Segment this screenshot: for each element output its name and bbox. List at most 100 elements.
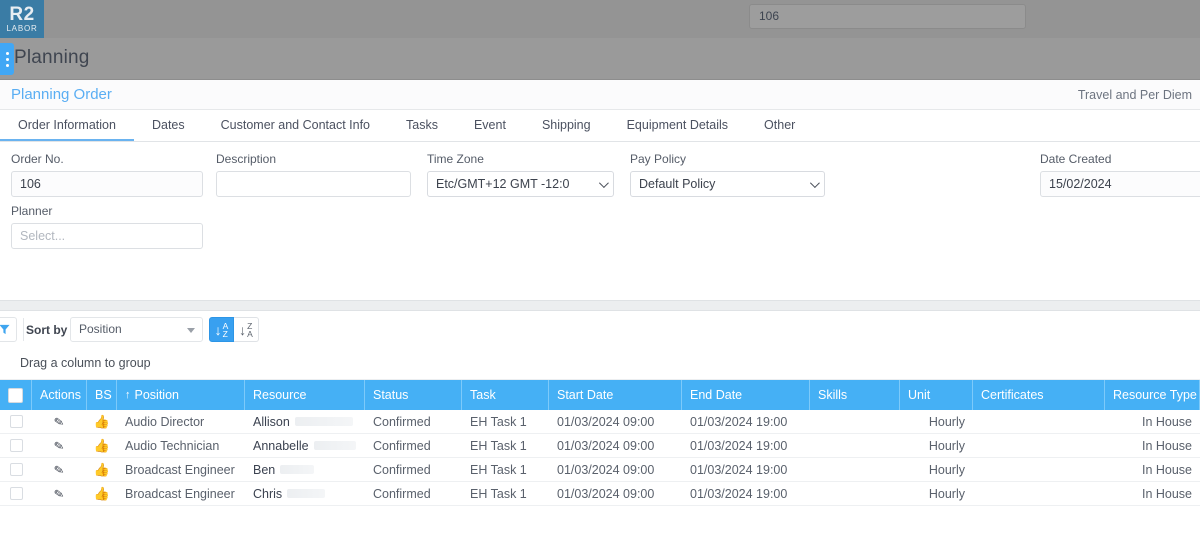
sort-ascending-button[interactable]: ↓ AZ <box>209 317 234 342</box>
chevron-down-icon <box>810 178 820 188</box>
page-title-bar: Planning <box>0 38 1200 80</box>
order-no-input[interactable]: 106 <box>11 171 203 197</box>
tab-other[interactable]: Other <box>746 110 813 141</box>
group-drop-area[interactable]: Drag a column to group <box>0 349 1200 380</box>
grid-header-status[interactable]: Status <box>365 380 462 410</box>
grid-header-resource[interactable]: Resource <box>245 380 365 410</box>
pencil-edit-icon[interactable]: ✎ <box>53 462 65 478</box>
grid-header-unit[interactable]: Unit <box>900 380 973 410</box>
cell-text: 01/03/2024 09:00 <box>557 415 654 429</box>
cell-resource: Allison <box>245 410 365 434</box>
resource-grid: Actions BS ↑Position Resource Status Task Star… <box>0 380 1200 506</box>
cell-actions: ✎ <box>32 482 87 506</box>
grid-header-label: Actions <box>40 388 81 402</box>
down-arrow-icon: ↓ <box>239 326 246 334</box>
cell-task: EH Task 1 <box>462 458 549 482</box>
table-row[interactable]: ✎👍Audio TechnicianAnnabelleConfirmedEH T… <box>0 434 1200 458</box>
resource-name: Ben <box>253 463 275 477</box>
filter-funnel-icon[interactable] <box>0 317 17 342</box>
cell-position: Broadcast Engineer <box>117 458 245 482</box>
cell-select <box>0 410 32 434</box>
grid-header-select[interactable] <box>0 380 32 410</box>
thumbs-up-icon[interactable]: 👍 <box>94 462 110 478</box>
redacted-surname <box>295 417 353 426</box>
planner-input[interactable]: Select... <box>11 223 203 249</box>
tab-label: Dates <box>152 118 185 132</box>
description-input[interactable] <box>216 171 411 197</box>
tab-dates[interactable]: Dates <box>134 110 203 141</box>
cell-skills <box>810 458 900 482</box>
time-zone-select[interactable]: Etc/GMT+12 GMT -12:0 <box>427 171 614 197</box>
planner-label: Planner <box>11 204 203 218</box>
global-search-input[interactable]: 106 <box>749 4 1026 29</box>
tab-tasks[interactable]: Tasks <box>388 110 456 141</box>
grid-header-position[interactable]: ↑Position <box>117 380 245 410</box>
cell-text: In House <box>1142 439 1192 453</box>
select-all-checkbox[interactable] <box>8 388 23 403</box>
thumbs-up-icon[interactable]: 👍 <box>94 486 110 502</box>
thumbs-up-icon[interactable]: 👍 <box>94 438 110 454</box>
grid-header-label: Resource <box>253 388 307 402</box>
cell-text: EH Task 1 <box>470 439 527 453</box>
row-select-checkbox[interactable] <box>10 487 23 500</box>
redacted-surname <box>280 465 314 474</box>
resource-name: Annabelle <box>253 439 309 453</box>
grid-toolbar: Sort by Position ↓ AZ ↓ ZA <box>0 311 1200 349</box>
tab-customer-and-contact-info[interactable]: Customer and Contact Info <box>203 110 388 141</box>
chevron-down-icon <box>599 178 609 188</box>
grid-header-startdate[interactable]: Start Date <box>549 380 682 410</box>
cell-bs: 👍 <box>87 458 117 482</box>
cell-text: Hourly <box>929 415 965 429</box>
thumbs-up-icon[interactable]: 👍 <box>94 414 110 430</box>
sort-by-select[interactable]: Position <box>70 317 203 342</box>
cell-task: EH Task 1 <box>462 434 549 458</box>
grid-header-label: End Date <box>690 388 742 402</box>
grid-header-bs[interactable]: BS <box>87 380 117 410</box>
grid-header-actions[interactable]: Actions <box>32 380 87 410</box>
grid-header-enddate[interactable]: End Date <box>682 380 810 410</box>
date-created-input[interactable]: 15/02/2024 <box>1040 171 1200 197</box>
pencil-edit-icon[interactable]: ✎ <box>53 438 65 454</box>
cell-bs: 👍 <box>87 434 117 458</box>
panel-splitter[interactable] <box>0 300 1200 311</box>
card-header: Planning Order Travel and Per Diem <box>0 80 1200 110</box>
pencil-edit-icon[interactable]: ✎ <box>53 414 65 430</box>
field-date-created: Date Created 15/02/2024 <box>1040 152 1200 197</box>
cell-status: Confirmed <box>365 434 462 458</box>
cell-text: 01/03/2024 19:00 <box>690 415 787 429</box>
sort-descending-button[interactable]: ↓ ZA <box>234 317 259 342</box>
table-row[interactable]: ✎👍Broadcast EngineerBenConfirmedEH Task … <box>0 458 1200 482</box>
sort-ascending-icon: ↑ <box>125 389 131 401</box>
tab-label: Equipment Details <box>627 118 728 132</box>
cell-startdate: 01/03/2024 09:00 <box>549 482 682 506</box>
row-select-checkbox[interactable] <box>10 415 23 428</box>
field-order-no: Order No. 106 <box>11 152 203 197</box>
row-select-checkbox[interactable] <box>10 463 23 476</box>
grid-header-label: BS <box>95 388 112 402</box>
tab-equipment-details[interactable]: Equipment Details <box>609 110 746 141</box>
tab-order-information[interactable]: Order Information <box>0 110 134 141</box>
app-logo[interactable]: R2 LABOR <box>0 0 44 38</box>
redacted-surname <box>314 441 356 450</box>
pay-policy-select[interactable]: Default Policy <box>630 171 825 197</box>
grid-header-restype[interactable]: Resource Type <box>1105 380 1200 410</box>
tab-shipping[interactable]: Shipping <box>524 110 609 141</box>
cell-text: 01/03/2024 19:00 <box>690 439 787 453</box>
grid-header-certs[interactable]: Certificates <box>973 380 1105 410</box>
grid-header-skills[interactable]: Skills <box>810 380 900 410</box>
cell-restype: In House <box>1105 482 1200 506</box>
cell-resource: Ben <box>245 458 365 482</box>
order-information-form: Order No. 106 Description Time Zone Etc/… <box>0 142 1200 300</box>
tab-event[interactable]: Event <box>456 110 524 141</box>
pencil-edit-icon[interactable]: ✎ <box>53 486 65 502</box>
row-select-checkbox[interactable] <box>10 439 23 452</box>
table-row[interactable]: ✎👍Audio DirectorAllisonConfirmedEH Task … <box>0 410 1200 434</box>
travel-per-diem-link[interactable]: Travel and Per Diem <box>1078 88 1192 102</box>
grid-header-task[interactable]: Task <box>462 380 549 410</box>
chevron-down-icon <box>187 328 195 333</box>
grid-header-label: Task <box>470 388 496 402</box>
kebab-menu-icon[interactable] <box>0 43 14 75</box>
cell-resource: Annabelle <box>245 434 365 458</box>
table-row[interactable]: ✎👍Broadcast EngineerChrisConfirmedEH Tas… <box>0 482 1200 506</box>
sort-direction-group: ↓ AZ ↓ ZA <box>209 317 259 342</box>
